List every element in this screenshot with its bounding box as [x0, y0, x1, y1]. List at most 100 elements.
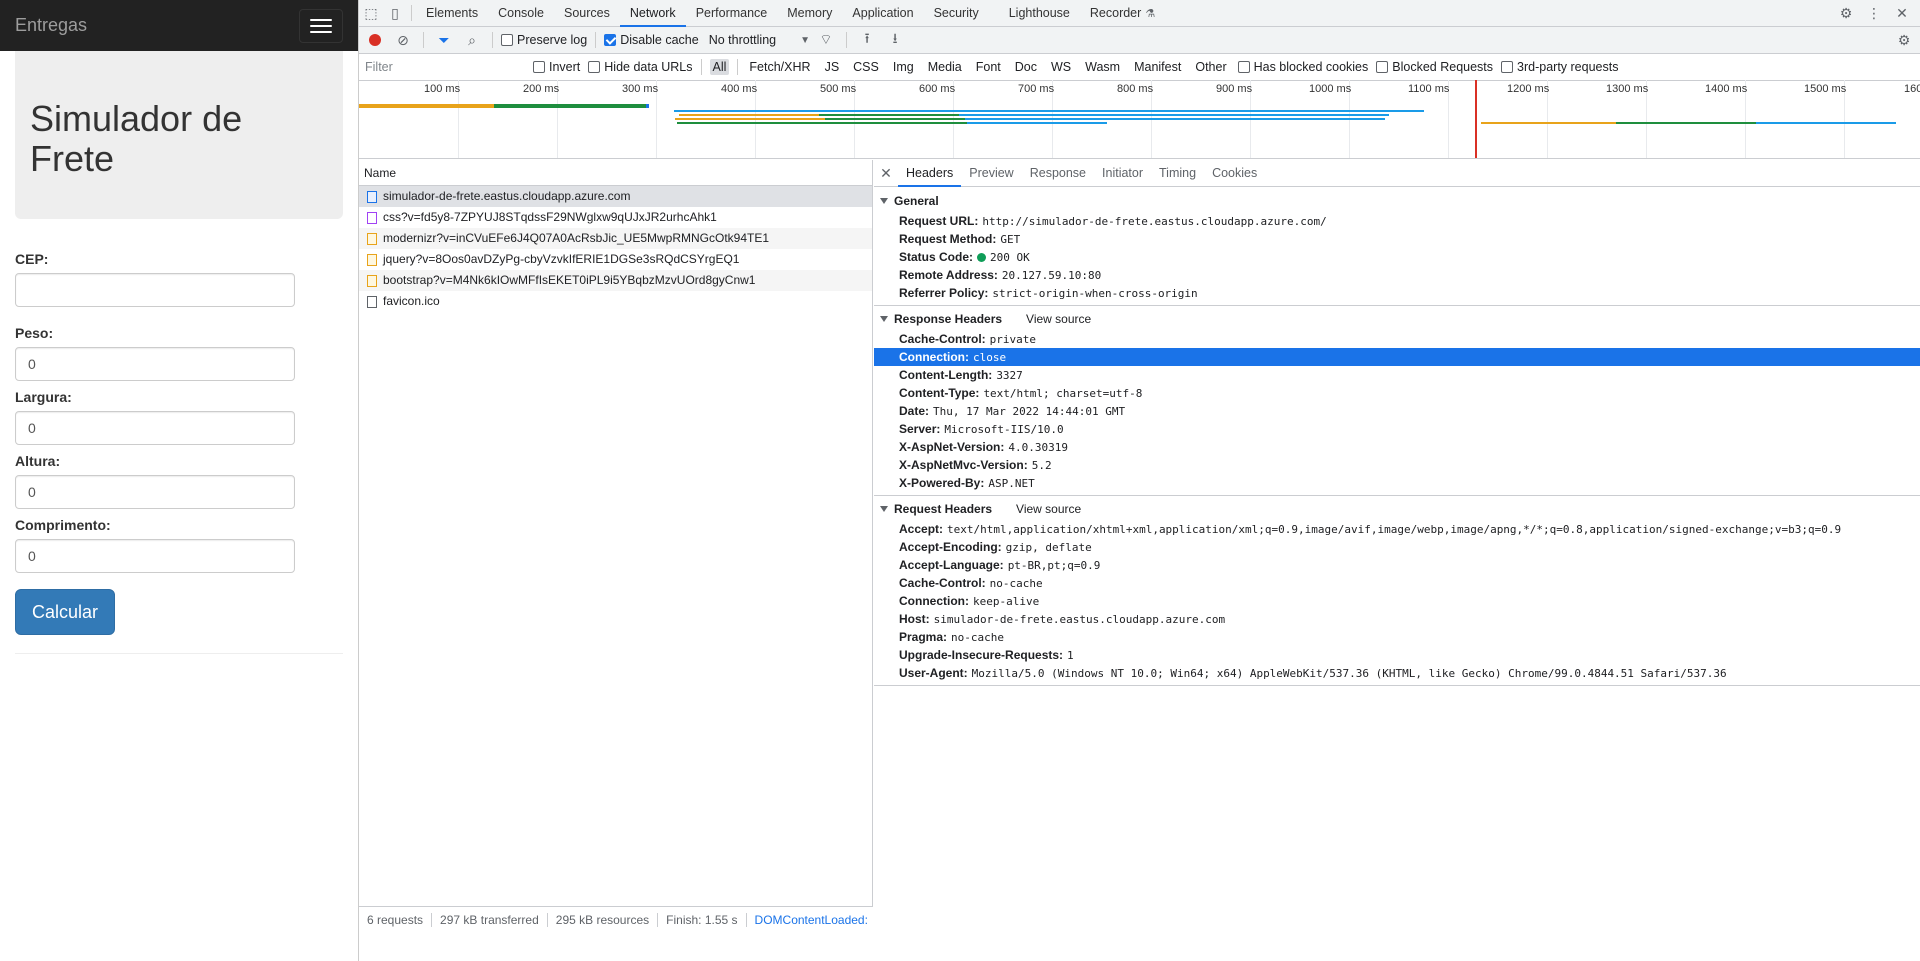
filter-input[interactable]: Filter — [365, 60, 525, 74]
tab-performance[interactable]: Performance — [686, 0, 778, 27]
network-conditions-icon[interactable]: ⌔ — [814, 28, 838, 52]
request-headers-toggle[interactable]: Request Headers View source — [874, 498, 1920, 520]
tab-timing[interactable]: Timing — [1151, 160, 1204, 187]
request-row[interactable]: jquery?v=8Oos0avDZyPg-cbyVzvkIfERIE1DGSe… — [359, 249, 872, 270]
record-button[interactable] — [363, 28, 387, 52]
filter-type-doc[interactable]: Doc — [1012, 59, 1040, 75]
third-party-requests-checkbox[interactable]: 3rd-party requests — [1501, 60, 1618, 74]
brand-link[interactable]: Entregas — [15, 15, 87, 36]
tab-memory[interactable]: Memory — [777, 0, 842, 27]
altura-input[interactable]: 0 — [15, 475, 295, 509]
filter-type-wasm[interactable]: Wasm — [1082, 59, 1123, 75]
column-header-name[interactable]: Name — [359, 160, 872, 186]
filter-type-img[interactable]: Img — [890, 59, 917, 75]
header-row: Status Code: 200 OK — [874, 248, 1920, 266]
filter-type-js[interactable]: JS — [822, 59, 843, 75]
response-headers-toggle[interactable]: Response Headers View source — [874, 308, 1920, 330]
export-har-icon[interactable]: ⭳ — [883, 28, 907, 52]
throttling-select[interactable]: No throttling ▼ — [709, 33, 810, 47]
filter-type-all[interactable]: All — [709, 59, 730, 75]
request-headers-title: Request Headers — [894, 502, 993, 516]
settings-gear-icon[interactable]: ⚙ — [1834, 1, 1858, 25]
close-devtools-icon[interactable]: ✕ — [1890, 1, 1914, 25]
tab-application[interactable]: Application — [842, 0, 923, 27]
request-details-pane: ✕ Headers Preview Response Initiator Tim… — [874, 160, 1920, 961]
peso-input[interactable]: 0 — [15, 347, 295, 381]
timeline-tick-label: 200 ms — [523, 83, 560, 95]
filter-type-media[interactable]: Media — [925, 59, 965, 75]
comprimento-label: Comprimento: — [15, 517, 111, 533]
request-headers-section: Request Headers View source Accept: text/h… — [874, 498, 1920, 682]
request-row[interactable]: favicon.ico — [359, 291, 872, 312]
filter-type-fetch-xhr[interactable]: Fetch/XHR — [746, 59, 813, 75]
request-list: Name simulador-de-frete.eastus.cloudapp.… — [359, 160, 873, 932]
filter-type-font[interactable]: Font — [973, 59, 1004, 75]
network-settings-gear-icon[interactable]: ⚙ — [1892, 28, 1916, 52]
request-row[interactable]: simulador-de-frete.eastus.cloudapp.azure… — [359, 186, 872, 207]
throttling-value: No throttling — [708, 33, 777, 47]
section-divider — [874, 685, 1920, 686]
search-icon[interactable]: ⌕ — [460, 28, 484, 52]
request-row[interactable]: bootstrap?v=M4Nk6kIOwMFfIsEKET0iPL9i5YBq… — [359, 270, 872, 291]
header-key: User-Agent: — [899, 666, 968, 680]
cep-input[interactable] — [15, 273, 295, 307]
filter-type-manifest[interactable]: Manifest — [1131, 59, 1184, 75]
timeline-tick-label: 700 ms — [1018, 83, 1055, 95]
tab-network[interactable]: Network — [619, 0, 686, 27]
import-har-icon[interactable]: ⭱ — [855, 28, 879, 52]
view-source-link[interactable]: View source — [1016, 498, 1081, 520]
dom-content-loaded: DOMContentLoaded: — [754, 912, 868, 927]
header-value: GET — [1000, 233, 1021, 246]
header-row-selected[interactable]: Connection: close — [874, 348, 1920, 366]
largura-input[interactable]: 0 — [15, 411, 295, 445]
tab-sources[interactable]: Sources — [554, 0, 620, 27]
timeline-tick-label: 1400 ms — [1705, 83, 1748, 95]
tab-preview[interactable]: Preview — [961, 160, 1021, 187]
calcular-button[interactable]: Calcular — [15, 589, 115, 635]
tab-console[interactable]: Console — [488, 0, 554, 27]
header-key: X-AspNetMvc-Version: — [899, 458, 1028, 472]
header-value: private — [989, 333, 1037, 346]
filter-type-ws[interactable]: WS — [1048, 59, 1074, 75]
header-key: Status Code: — [899, 250, 974, 264]
filter-funnel-icon[interactable]: ⏷ — [432, 28, 456, 52]
tab-lighthouse[interactable]: Lighthouse — [989, 0, 1080, 27]
request-row[interactable]: css?v=fd5y8-7ZPYUJ8STqdssF29NWglxw9qUJxJ… — [359, 207, 872, 228]
request-row[interactable]: modernizr?v=inCVuEFe6J4Q07A0AcRsbJic_UE5… — [359, 228, 872, 249]
hamburger-menu-button[interactable] — [299, 8, 343, 43]
file-icon — [367, 295, 377, 308]
tab-initiator[interactable]: Initiator — [1094, 160, 1151, 187]
request-name: css?v=fd5y8-7ZPYUJ8STqdssF29NWglxw9qUJxJ… — [383, 210, 717, 224]
header-value: simulador-de-frete.eastus.cloudapp.azure… — [933, 613, 1226, 626]
network-overview-timeline[interactable]: 100 ms 200 ms 300 ms 400 ms 500 ms 600 m… — [359, 80, 1920, 159]
preserve-log-checkbox[interactable]: Preserve log — [501, 33, 587, 47]
header-row: Content-Length: 3327 — [874, 366, 1920, 384]
waterfall-bar — [819, 114, 959, 116]
clear-icon[interactable]: ⊘ — [391, 28, 415, 52]
tab-cookies[interactable]: Cookies — [1204, 160, 1265, 187]
blocked-requests-checkbox[interactable]: Blocked Requests — [1376, 60, 1493, 74]
header-row: Server: Microsoft-IIS/10.0 — [874, 420, 1920, 438]
inspect-element-icon[interactable]: ⬚ — [359, 1, 383, 25]
request-name: simulador-de-frete.eastus.cloudapp.azure… — [383, 189, 631, 203]
tab-headers[interactable]: Headers — [898, 160, 962, 187]
hide-data-urls-checkbox[interactable]: Hide data URLs — [588, 60, 693, 74]
tab-security[interactable]: Security — [924, 0, 989, 27]
device-toolbar-icon[interactable]: ▯ — [383, 1, 407, 25]
view-source-link[interactable]: View source — [1026, 308, 1091, 330]
disable-cache-checkbox[interactable]: Disable cache — [604, 33, 699, 47]
has-blocked-cookies-checkbox[interactable]: Has blocked cookies — [1237, 60, 1368, 74]
general-section-toggle[interactable]: General — [874, 190, 1920, 212]
filter-type-other[interactable]: Other — [1192, 59, 1229, 75]
invert-checkbox[interactable]: Invert — [533, 60, 580, 74]
more-menu-icon[interactable]: ⋮ — [1862, 1, 1886, 25]
comprimento-input[interactable]: 0 — [15, 539, 295, 573]
tab-response[interactable]: Response — [1022, 160, 1094, 187]
tab-elements[interactable]: Elements — [416, 0, 488, 27]
close-details-icon[interactable]: ✕ — [874, 165, 898, 182]
waterfall-bar — [959, 114, 1389, 116]
filter-type-css[interactable]: CSS — [850, 59, 882, 75]
header-row: User-Agent: Mozilla/5.0 (Windows NT 10.0;… — [874, 664, 1920, 682]
header-key: Pragma: — [899, 630, 948, 644]
tab-recorder[interactable]: Recorder — [1080, 0, 1151, 27]
